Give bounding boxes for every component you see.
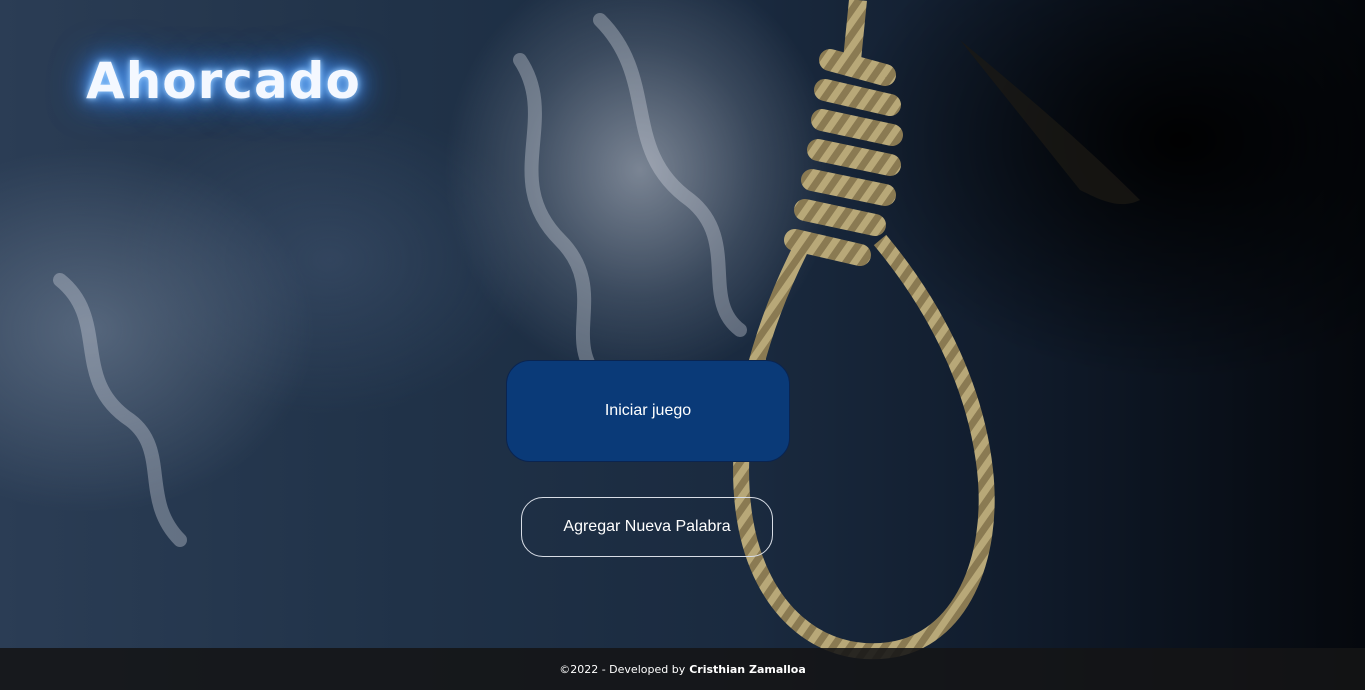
footer-copyright: ©2022 - Developed by [559, 662, 686, 676]
footer: ©2022 - Developed by Cristhian Zamalloa [0, 648, 1365, 690]
footer-author: Cristhian Zamalloa [689, 662, 806, 676]
add-new-word-button[interactable]: Agregar Nueva Palabra [521, 497, 773, 557]
app-title: Ahorcado [86, 52, 361, 110]
start-game-button[interactable]: Iniciar juego [506, 360, 790, 462]
